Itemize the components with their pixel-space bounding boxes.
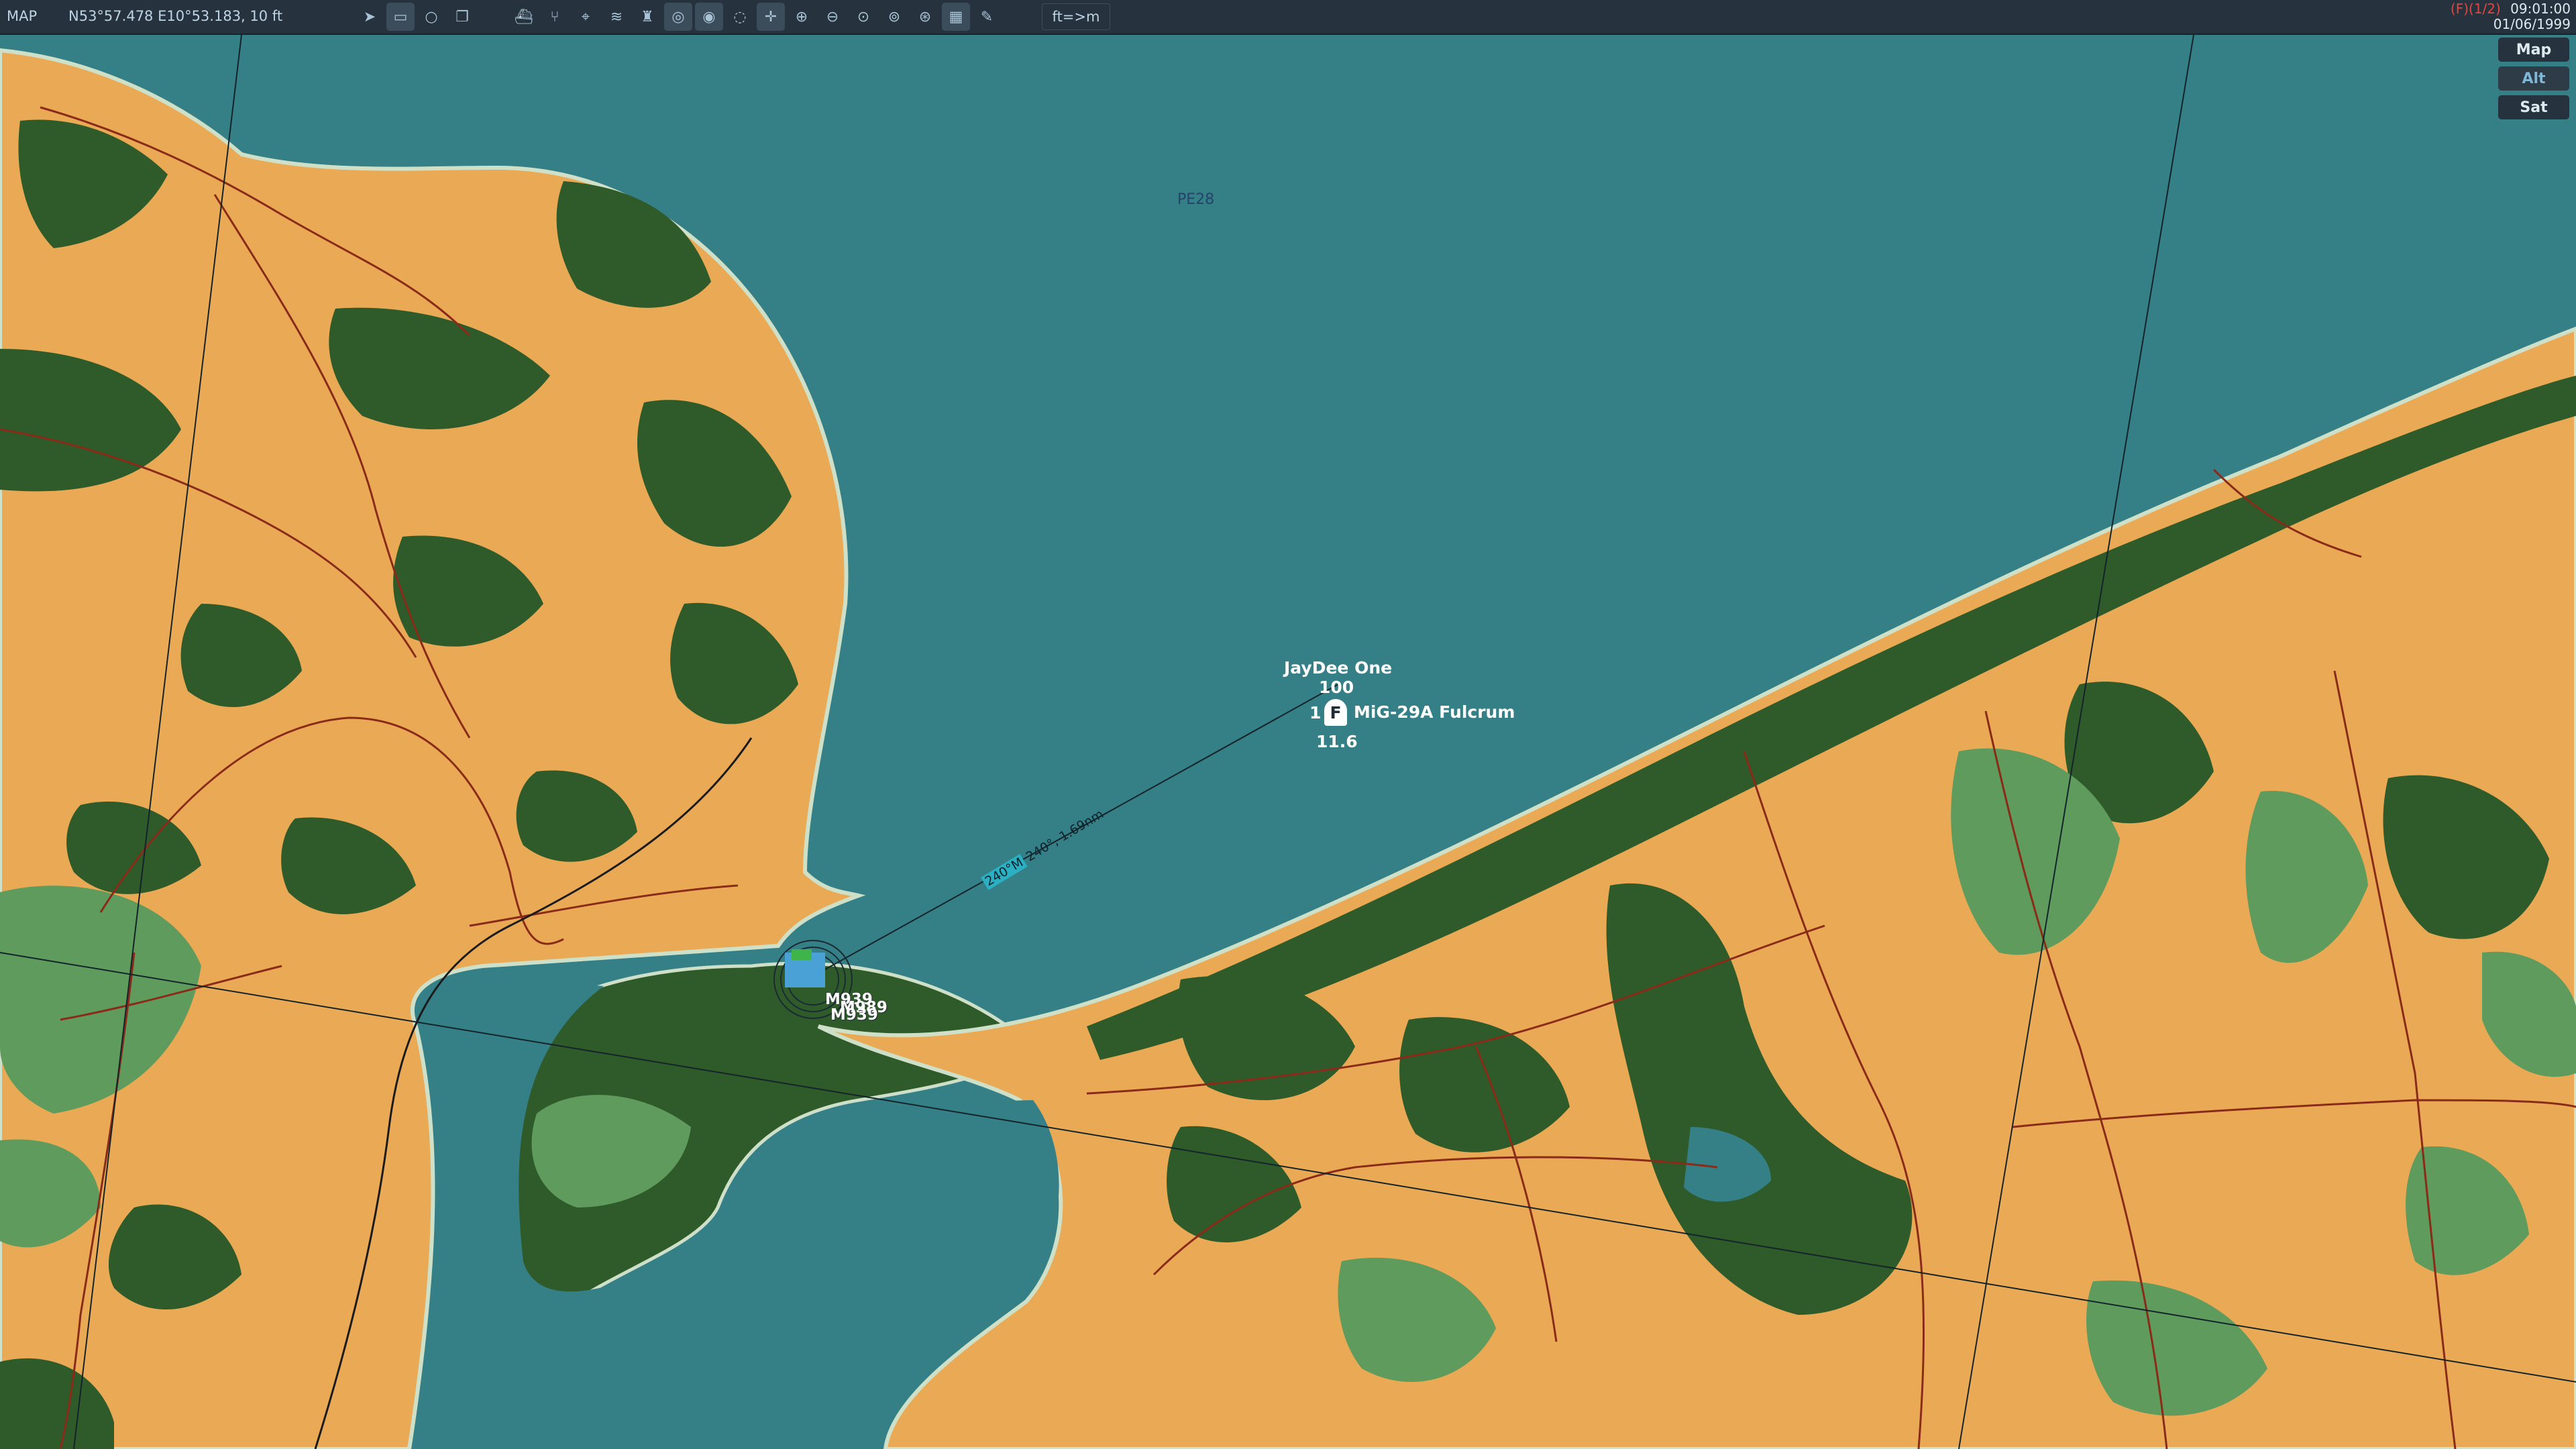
airfield-label-3: M939 bbox=[830, 1006, 878, 1024]
mission-clock: (F)(1/2) 09:01:00 01/06/1999 bbox=[2451, 1, 2571, 32]
airfield-marker[interactable]: M939 M989 M939 bbox=[773, 973, 888, 1053]
grid-square-label: PE28 bbox=[1177, 191, 1215, 208]
map-mode-label: MAP bbox=[7, 8, 38, 24]
cursor-coordinates: N53°57.478 E10°53.183, 10 ft bbox=[68, 8, 283, 24]
circle-icon[interactable]: ○ bbox=[417, 3, 445, 31]
globe-icon[interactable]: ⊛ bbox=[911, 3, 939, 31]
radar-icon[interactable]: ◎ bbox=[664, 3, 692, 31]
layer-alt-button[interactable]: Alt bbox=[2498, 66, 2569, 91]
unit-speed: 11.6 bbox=[1316, 732, 1358, 751]
layers-icon[interactable]: ❐ bbox=[448, 3, 476, 31]
radar-alt-icon[interactable]: ◉ bbox=[695, 3, 723, 31]
zoom-in-icon[interactable]: ⊕ bbox=[788, 3, 816, 31]
pencil-icon[interactable]: ✎ bbox=[973, 3, 1001, 31]
target-icon[interactable]: ⌖ bbox=[572, 3, 600, 31]
unit-altitude: 100 bbox=[1319, 678, 1354, 697]
unit-name: JayDee One bbox=[1284, 658, 1393, 678]
tower-icon[interactable]: ♜ bbox=[633, 3, 661, 31]
route-icon[interactable]: ⑂ bbox=[541, 3, 569, 31]
compass-icon[interactable]: ⊚ bbox=[880, 3, 908, 31]
ship-icon[interactable]: ⛴ bbox=[510, 3, 538, 31]
mission-time: 09:01:00 bbox=[2510, 1, 2571, 17]
mission-date: 01/06/1999 bbox=[2493, 16, 2571, 32]
units-toggle-button[interactable]: ft=>m bbox=[1042, 3, 1110, 30]
fighter-icon[interactable]: F bbox=[1324, 699, 1347, 726]
unit-count: 1 bbox=[1309, 703, 1322, 722]
layer-sat-button[interactable]: Sat bbox=[2498, 95, 2569, 119]
grid-icon[interactable]: ▦ bbox=[942, 3, 970, 31]
aircraft-unit[interactable]: JayDee One 100 1 F MiG-29A Fulcrum 11.6 bbox=[1284, 655, 1579, 756]
ruler-icon[interactable]: ▭ bbox=[386, 3, 415, 31]
coalition-indicator: (F)(1/2) bbox=[2450, 1, 2501, 17]
radar-dim-icon[interactable]: ◌ bbox=[726, 3, 754, 31]
unit-type: MiG-29A Fulcrum bbox=[1354, 702, 1515, 722]
map-layer-buttons: Map Alt Sat bbox=[2498, 38, 2569, 124]
map-canvas[interactable]: PE28 JayDee One 100 1 F MiG-29A Fulcrum … bbox=[0, 35, 2576, 1449]
zoom-fit-icon[interactable]: ⊙ bbox=[849, 3, 877, 31]
wifi-icon[interactable]: ≋ bbox=[602, 3, 631, 31]
tool-group-filters: ⛴ ⑂ ⌖ ≋ ♜ ◎ ◉ ◌ ✛ ⊕ ⊖ ⊙ ⊚ ⊛ ▦ ✎ bbox=[510, 3, 1001, 31]
layer-map-button[interactable]: Map bbox=[2498, 38, 2569, 62]
tool-group-draw: ➤ ▭ ○ ❐ bbox=[356, 3, 476, 31]
send-icon[interactable]: ➤ bbox=[356, 3, 384, 31]
crosshair-icon[interactable]: ✛ bbox=[757, 3, 785, 31]
zoom-out-icon[interactable]: ⊖ bbox=[818, 3, 847, 31]
top-toolbar: MAP N53°57.478 E10°53.183, 10 ft ➤ ▭ ○ ❐… bbox=[0, 0, 2576, 35]
